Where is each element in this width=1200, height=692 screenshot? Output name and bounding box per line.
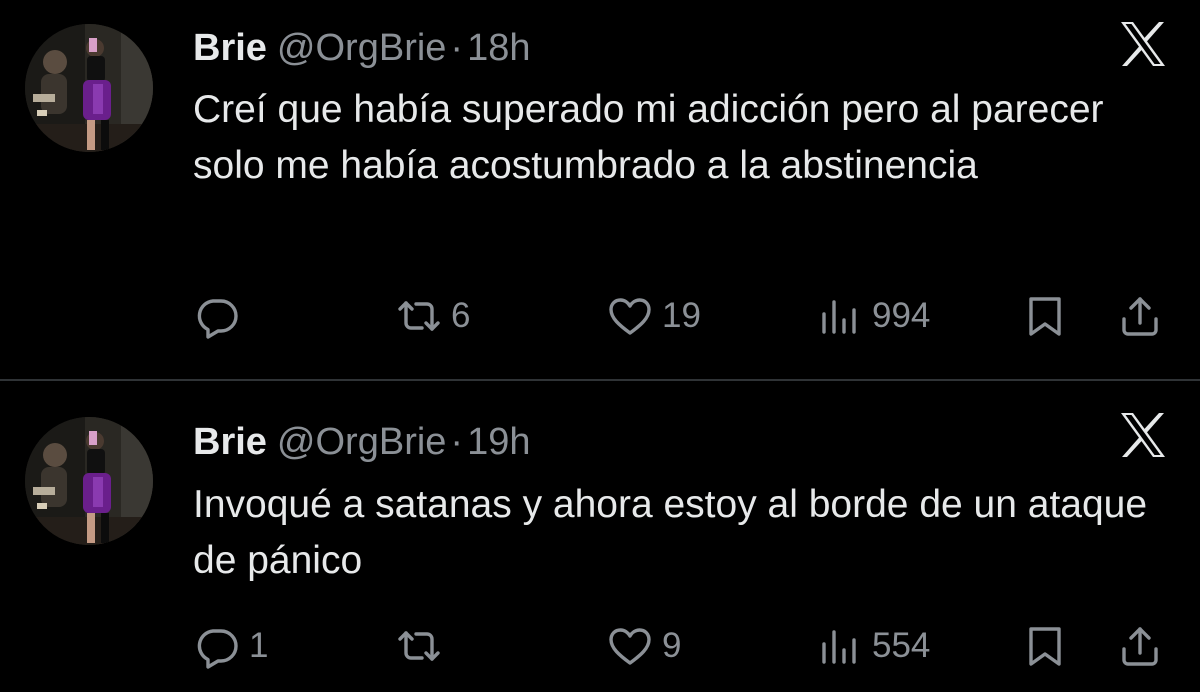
bookmark-icon — [1029, 297, 1061, 336]
reply-icon — [197, 299, 238, 339]
author-handle[interactable]: @OrgBrie — [277, 421, 447, 463]
author-name[interactable]: Brie — [193, 27, 267, 69]
reply-count: 1 — [249, 626, 269, 665]
tweet-timestamp[interactable]: 19h — [467, 421, 530, 463]
share-button[interactable] — [1116, 620, 1164, 672]
retweet-icon — [398, 301, 440, 331]
like-count: 9 — [662, 626, 682, 665]
retweet-icon — [398, 631, 440, 661]
avatar[interactable] — [25, 417, 153, 545]
retweet-button[interactable]: 6 — [395, 290, 470, 342]
heart-icon — [609, 628, 651, 665]
retweet-count: 6 — [451, 296, 471, 335]
reply-button[interactable]: 1 — [193, 620, 268, 672]
bookmark-button[interactable] — [1022, 620, 1070, 672]
header-separator: · — [450, 421, 464, 463]
heart-icon — [609, 298, 651, 335]
x-logo-icon — [1117, 409, 1169, 461]
reply-icon — [197, 629, 238, 669]
view-count: 554 — [872, 626, 931, 665]
share-icon — [1122, 627, 1158, 666]
like-button[interactable]: 9 — [606, 620, 681, 672]
tweet-actions: 6 19 994 — [0, 290, 1200, 342]
header-separator: · — [450, 27, 464, 69]
views-chart-icon — [822, 300, 856, 334]
tweet-header: Brie @OrgBrie · 18h — [193, 26, 530, 70]
retweet-button[interactable] — [395, 620, 451, 672]
tweet-text: Creí que había superado mi adicción pero… — [193, 88, 1104, 187]
views-chart-icon — [822, 630, 856, 664]
like-count: 19 — [662, 296, 701, 335]
author-handle[interactable]: @OrgBrie — [277, 27, 447, 69]
bookmark-button[interactable] — [1022, 290, 1070, 342]
reply-button[interactable] — [193, 290, 249, 342]
author-name[interactable]: Brie — [193, 421, 267, 463]
tweet[interactable]: Brie @OrgBrie · 19h Invoqué a satanas y aho… — [0, 381, 1200, 692]
share-button[interactable] — [1116, 290, 1164, 342]
like-button[interactable]: 19 — [606, 290, 701, 342]
views-button[interactable]: 994 — [816, 290, 930, 342]
views-button[interactable]: 554 — [816, 620, 930, 672]
avatar-photo — [25, 417, 153, 545]
bookmark-icon — [1029, 627, 1061, 666]
share-icon — [1122, 297, 1158, 336]
view-count: 994 — [872, 296, 931, 335]
avatar-photo — [25, 24, 153, 152]
x-logo-icon — [1117, 18, 1169, 70]
tweet-actions: 1 9 554 — [0, 620, 1200, 672]
tweet-header: Brie @OrgBrie · 19h — [193, 420, 530, 464]
avatar[interactable] — [25, 24, 153, 152]
tweet[interactable]: Brie @OrgBrie · 18h Creí que había superado… — [0, 0, 1200, 380]
tweet-timestamp[interactable]: 18h — [467, 27, 530, 69]
tweet-text: Invoqué a satanas y ahora estoy al borde… — [193, 483, 1148, 582]
